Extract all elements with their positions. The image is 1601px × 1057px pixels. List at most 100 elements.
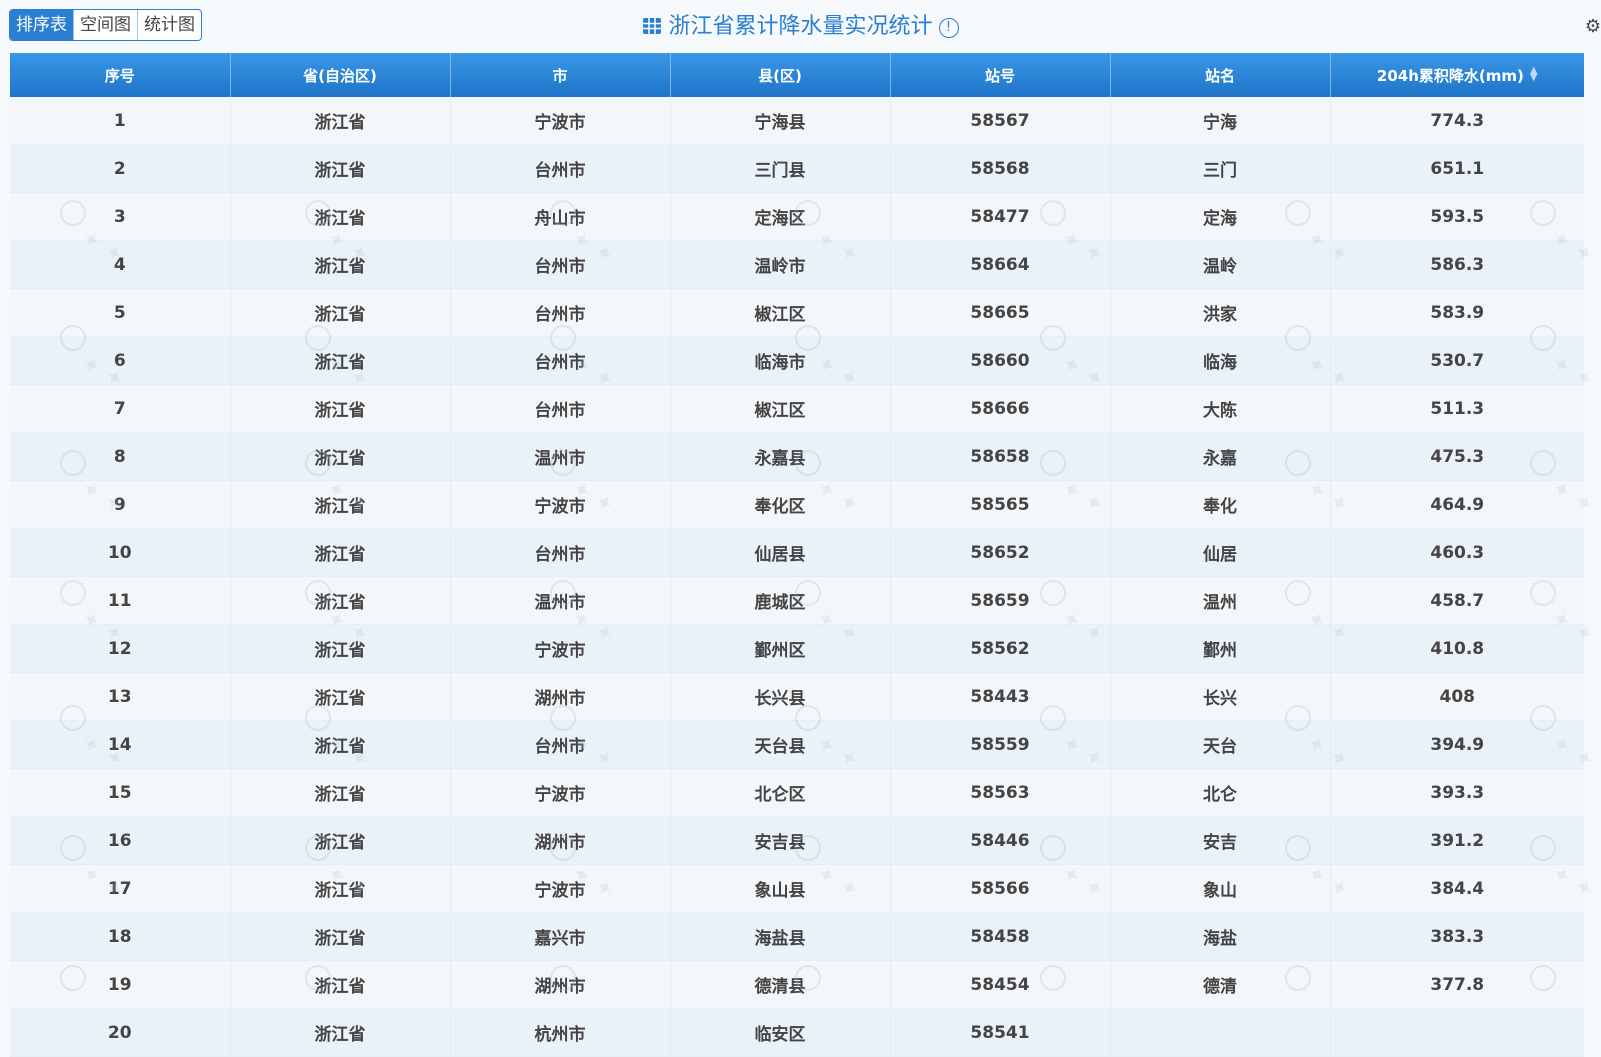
page-title: 浙江省累计降水量实况统计! (0, 10, 1601, 44)
table-cell: 393.3 (1330, 768, 1584, 817)
table-cell: 58660 (890, 336, 1111, 385)
table-cell: 温州 (1110, 576, 1331, 625)
table-row: 5 浙江省 台州市 椒江区 58665 洪家 583.9 (10, 288, 1584, 337)
table-cell: 10 (10, 528, 231, 577)
table-cell: 温州市 (450, 432, 671, 481)
table-cell: 11 (10, 576, 231, 625)
table-cell: 58659 (890, 576, 1111, 625)
column-header[interactable]: 204h累积降水(mm) ▲ ▼ (1330, 53, 1584, 97)
table-cell: 58562 (890, 624, 1111, 673)
table-row: 20 浙江省 杭州市 临安区 58541 (10, 1008, 1584, 1057)
table-cell: 舟山市 (450, 192, 671, 241)
column-header-label: 204h累积降水(mm) (1376, 66, 1524, 85)
table-cell: 475.3 (1330, 432, 1584, 481)
table-cell: 58566 (890, 864, 1111, 913)
table-cell: 台州市 (450, 384, 671, 433)
table-cell: 58565 (890, 480, 1111, 529)
table-row: 1 浙江省 宁波市 宁海县 58567 宁海 774.3 (10, 97, 1584, 145)
table-cell: 16 (10, 816, 231, 865)
table-cell: 19 (10, 960, 231, 1009)
table-cell: 台州市 (450, 240, 671, 289)
table-cell: 椒江区 (670, 384, 891, 433)
table-row: 19 浙江省 湖州市 德清县 58454 德清 377.8 (10, 960, 1584, 1009)
column-header-label: 序号 (104, 66, 135, 85)
table-row: 9 浙江省 宁波市 奉化区 58565 奉化 464.9 (10, 480, 1584, 529)
table-cell: 774.3 (1330, 97, 1584, 145)
table-cell: 海盐 (1110, 912, 1331, 961)
table-cell: 象山县 (670, 864, 891, 913)
table-cell: 定海区 (670, 192, 891, 241)
table-cell: 德清县 (670, 960, 891, 1009)
table-cell: 浙江省 (230, 288, 451, 337)
column-header: 站名 (1110, 53, 1331, 97)
table-cell: 58563 (890, 768, 1111, 817)
table-row: 6 浙江省 台州市 临海市 58660 临海 530.7 (10, 336, 1584, 385)
table-cell: 海盐县 (670, 912, 891, 961)
table-cell: 410.8 (1330, 624, 1584, 673)
table-cell: 椒江区 (670, 288, 891, 337)
table-row: 11 浙江省 温州市 鹿城区 58659 温州 458.7 (10, 576, 1584, 625)
table-cell: 临安区 (670, 1008, 891, 1057)
table-cell: 鹿城区 (670, 576, 891, 625)
table-cell: 17 (10, 864, 231, 913)
table-cell: 永嘉县 (670, 432, 891, 481)
table-cell: 58666 (890, 384, 1111, 433)
rainfall-table: 序号 省(自治区) 市县(区) 站号 站名 204h累积降水(mm) ▲ ▼ 1 浙江省 宁波市宁… (10, 53, 1584, 1057)
table-cell: 7 (10, 384, 231, 433)
table-cell: 奉化区 (670, 480, 891, 529)
table-cell: 408 (1330, 672, 1584, 721)
table-cell: 浙江省 (230, 864, 451, 913)
table-cell: 长兴 (1110, 672, 1331, 721)
table-cell: 浙江省 (230, 768, 451, 817)
table-cell: 383.3 (1330, 912, 1584, 961)
table-cell: 宁海 (1110, 97, 1331, 145)
table-cell: 391.2 (1330, 816, 1584, 865)
page-title-text: 浙江省累计降水量实况统计 (668, 14, 933, 39)
table-cell: 58443 (890, 672, 1111, 721)
table-cell: 台州市 (450, 144, 671, 193)
table-cell: 三门县 (670, 144, 891, 193)
table-cell: 377.8 (1330, 960, 1584, 1009)
table-cell: 58446 (890, 816, 1111, 865)
table-row: 7 浙江省 台州市 椒江区 58666 大陈 511.3 (10, 384, 1584, 433)
table-cell: 浙江省 (230, 192, 451, 241)
table-cell: 浙江省 (230, 672, 451, 721)
table-cell: 三门 (1110, 144, 1331, 193)
table-cell: 58559 (890, 720, 1111, 769)
table-cell: 458.7 (1330, 576, 1584, 625)
info-icon[interactable]: ! (938, 18, 959, 38)
table-cell: 58665 (890, 288, 1111, 337)
table-header-row: 序号 省(自治区) 市 县(区) 站号 站名 204h累积降水(mm) ▲ ▼ (10, 53, 1584, 97)
table-cell: 温岭市 (670, 240, 891, 289)
table-cell: 18 (10, 912, 231, 961)
table-cell: 58567 (890, 97, 1111, 145)
column-header: 省(自治区) (230, 53, 451, 97)
column-header-label: 站号 (984, 66, 1015, 85)
table-cell: 58652 (890, 528, 1111, 577)
table-cell: 嘉兴市 (450, 912, 671, 961)
table-cell: 593.5 (1330, 192, 1584, 241)
gear-icon[interactable]: ⚙ (1585, 16, 1601, 37)
table-cell: 浙江省 (230, 576, 451, 625)
table-cell: 湖州市 (450, 960, 671, 1009)
table-cell: 湖州市 (450, 816, 671, 865)
table-cell: 宁波市 (450, 624, 671, 673)
table-cell: 浙江省 (230, 97, 451, 145)
table-cell: 58664 (890, 240, 1111, 289)
table-row: 12 浙江省 宁波市 鄞州区 58562 鄞州 410.8 (10, 624, 1584, 673)
table-cell: 1 (10, 97, 231, 145)
table-cell: 浙江省 (230, 240, 451, 289)
table-cell: 586.3 (1330, 240, 1584, 289)
table-cell: 临海 (1110, 336, 1331, 385)
sort-icon[interactable]: ▲ ▼ (1530, 65, 1538, 82)
table-cell: 浙江省 (230, 960, 451, 1009)
column-header-label: 市 (552, 66, 568, 85)
table-cell: 394.9 (1330, 720, 1584, 769)
table-cell: 384.4 (1330, 864, 1584, 913)
table-cell: 宁波市 (450, 480, 671, 529)
table-cell: 象山 (1110, 864, 1331, 913)
table-row: 2 浙江省 台州市 三门县 58568 三门 651.1 (10, 144, 1584, 193)
table-cell: 6 (10, 336, 231, 385)
table-cell: 浙江省 (230, 336, 451, 385)
table-cell: 浙江省 (230, 720, 451, 769)
